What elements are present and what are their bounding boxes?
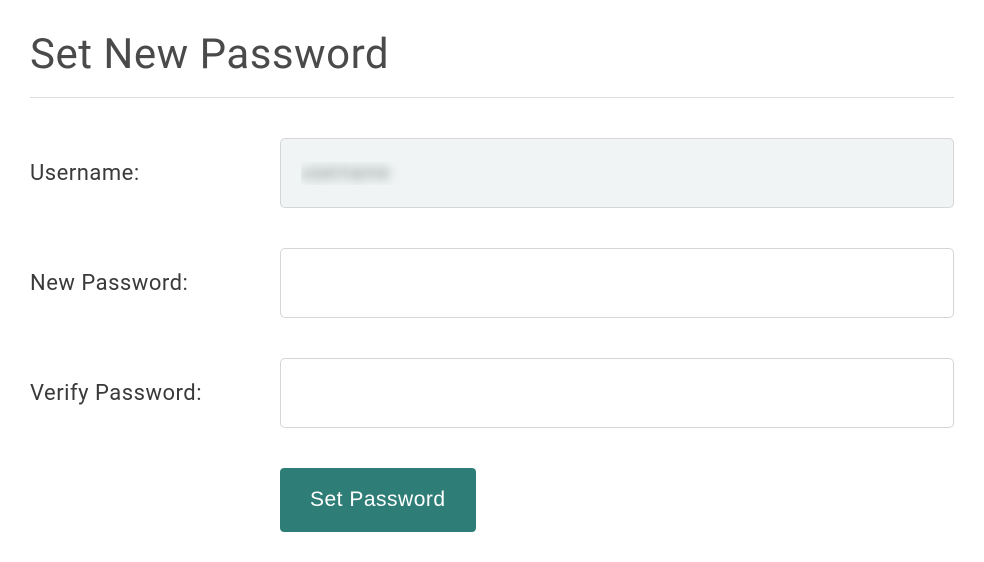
set-password-button[interactable]: Set Password: [280, 468, 476, 532]
form-actions: Set Password: [280, 468, 954, 532]
new-password-row: New Password:: [30, 248, 954, 318]
username-row: Username:: [30, 138, 954, 208]
username-input: [280, 138, 954, 208]
verify-password-label: Verify Password:: [30, 381, 280, 406]
page-title: Set New Password: [30, 30, 954, 98]
verify-password-input[interactable]: [280, 358, 954, 428]
verify-password-row: Verify Password:: [30, 358, 954, 428]
username-label: Username:: [30, 161, 280, 186]
new-password-input[interactable]: [280, 248, 954, 318]
new-password-label: New Password:: [30, 271, 280, 296]
